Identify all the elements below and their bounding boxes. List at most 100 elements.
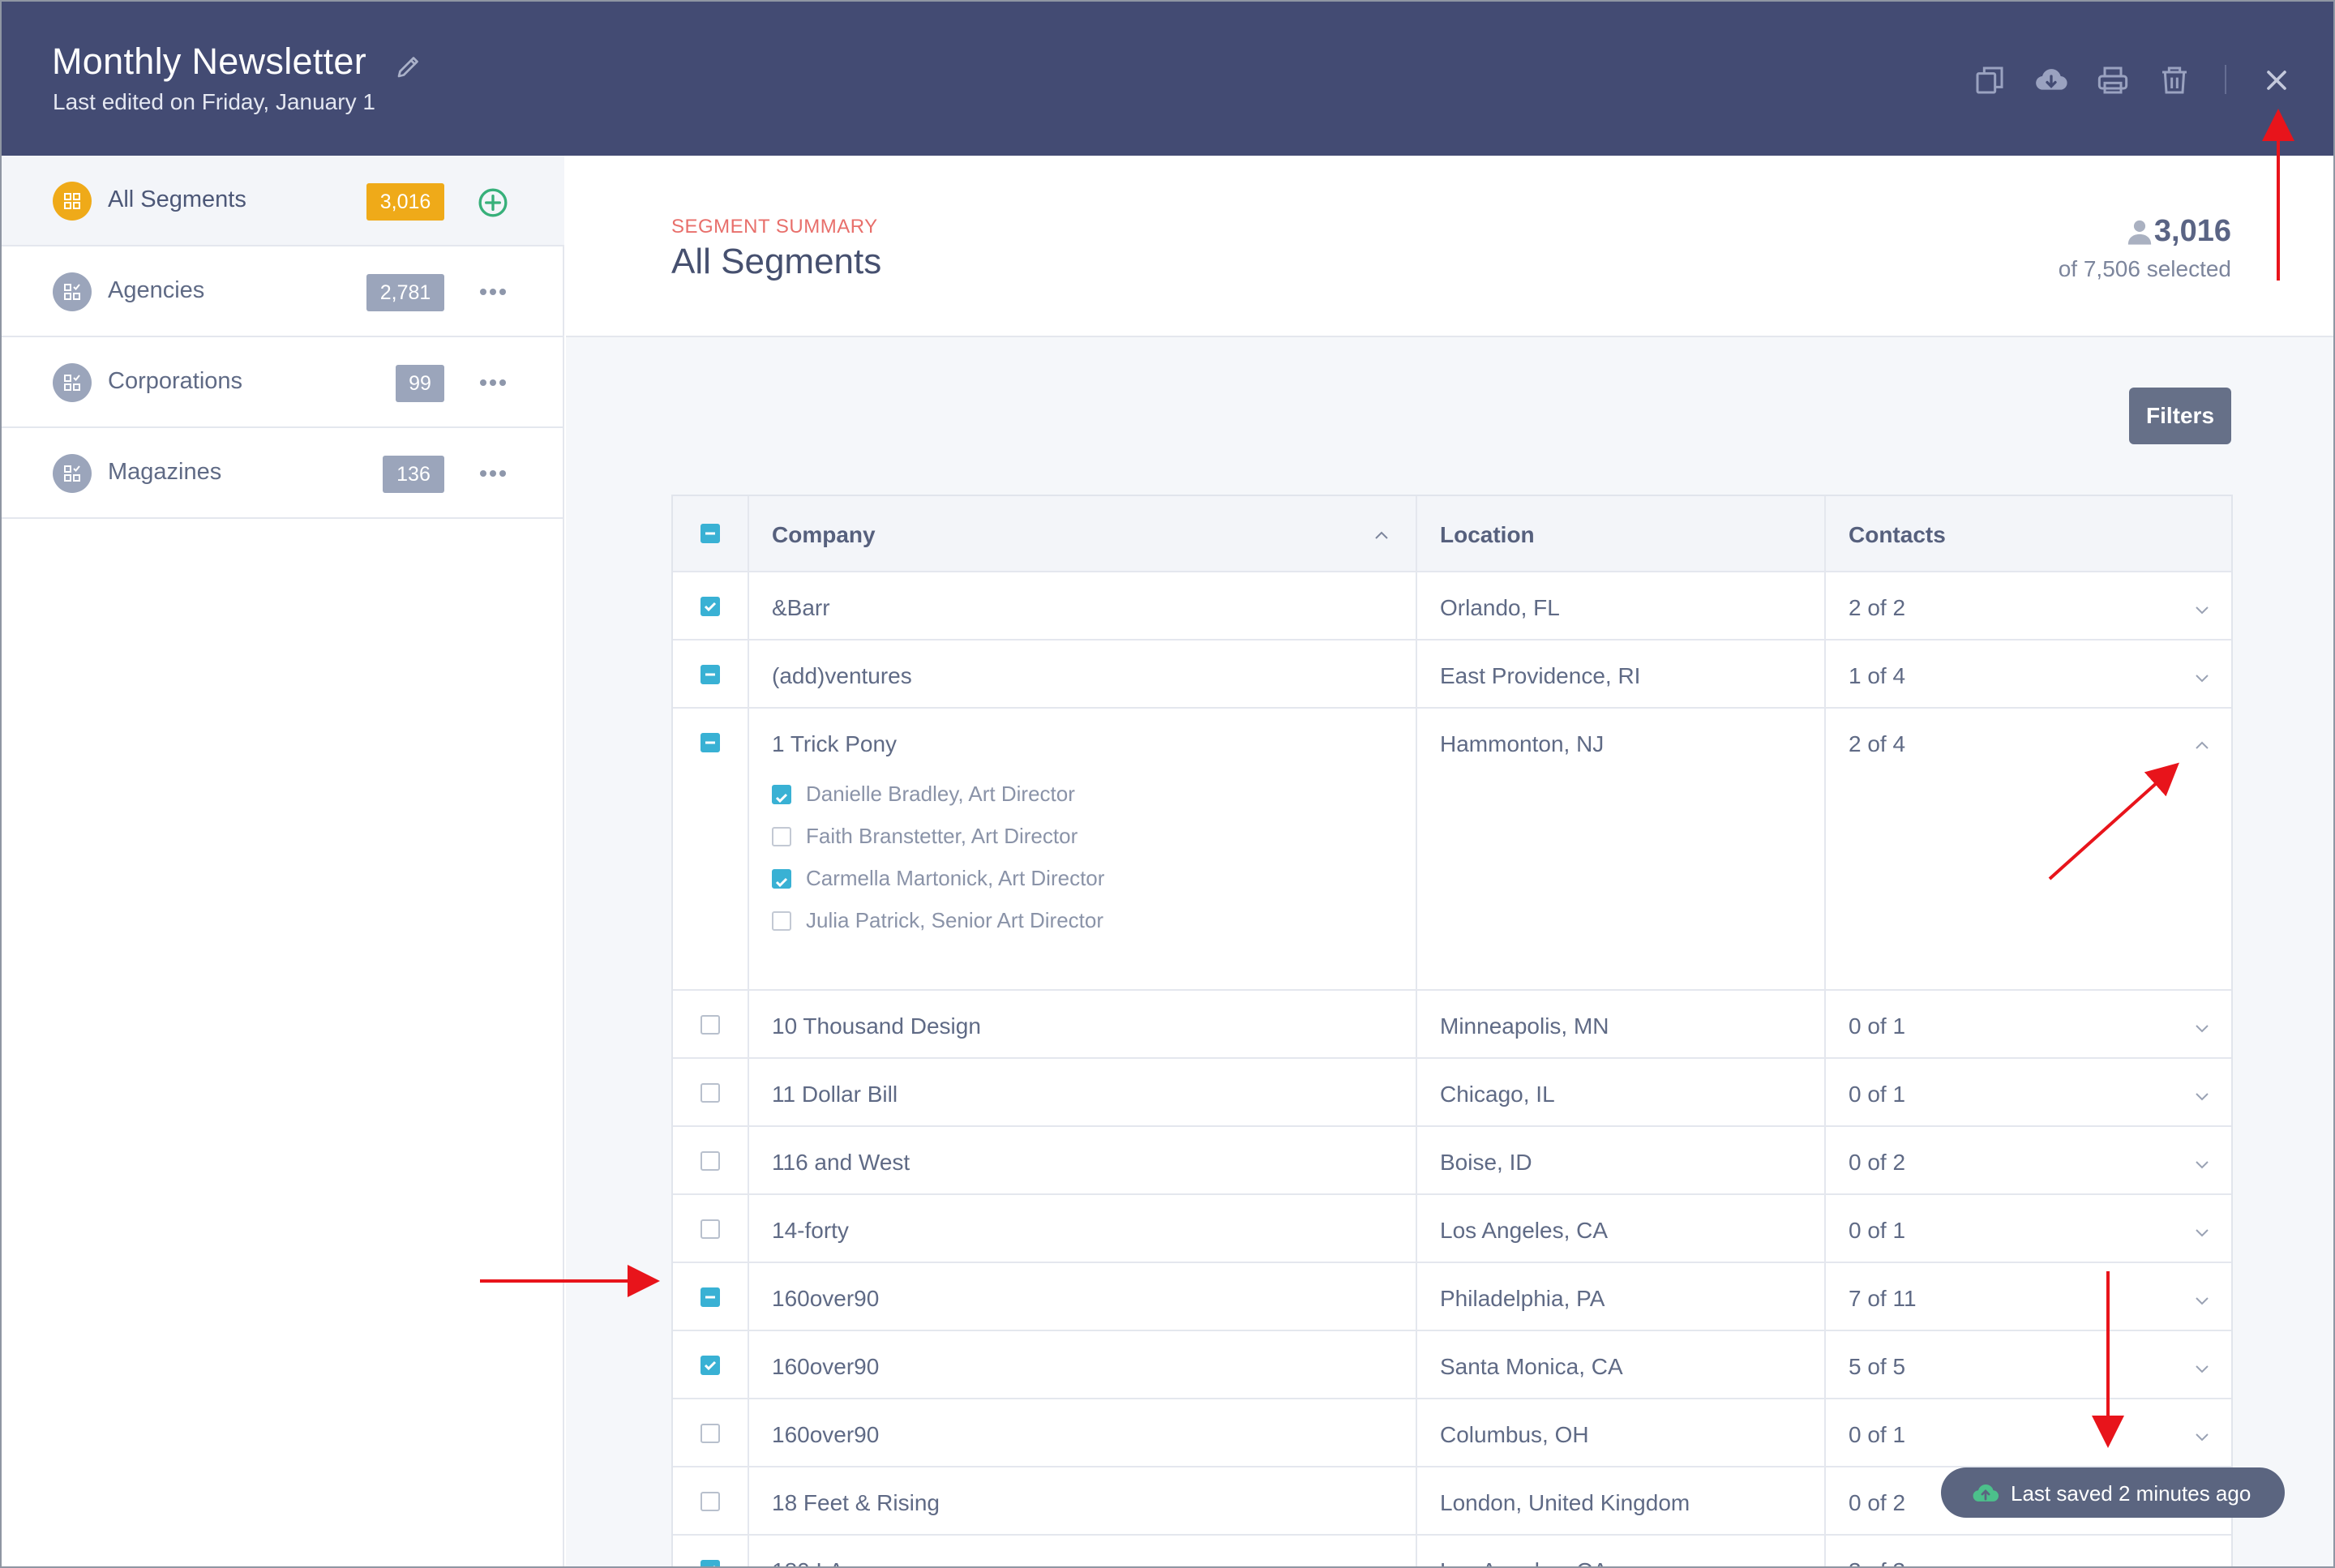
contact-item[interactable]: Julia Patrick, Senior Art Director: [772, 908, 1258, 937]
row-checkbox[interactable]: [700, 1424, 720, 1443]
row-checkbox[interactable]: [700, 1015, 720, 1035]
contact-name: Julia Patrick, Senior Art Director: [806, 908, 1104, 932]
cloud-download-icon[interactable]: [2035, 64, 2067, 96]
row-checkbox[interactable]: [700, 1083, 720, 1103]
company-header[interactable]: Company: [749, 496, 1417, 571]
location-text: Orlando, FL: [1440, 595, 1560, 620]
table-row[interactable]: &Barr Orlando, FL 2 of 2: [673, 572, 2231, 640]
company-name: 160over90: [772, 1286, 880, 1311]
location-cell: Boise, ID: [1417, 1127, 1826, 1193]
table-row[interactable]: 11 Dollar Bill Chicago, IL 0 of 1: [673, 1059, 2231, 1127]
row-check-cell: [673, 1467, 749, 1534]
chevron-down-icon[interactable]: [2192, 1155, 2212, 1174]
row-check-cell: [673, 1536, 749, 1566]
segment-summary: SEGMENT SUMMARY All Segments 3,016 of 7,…: [566, 156, 2333, 337]
row-checkbox[interactable]: [700, 1492, 720, 1511]
contacts-cell: 0 of 1: [1826, 1399, 2231, 1466]
grid-icon: [53, 182, 92, 221]
select-all-checkbox[interactable]: [700, 524, 720, 543]
chevron-down-icon[interactable]: [2192, 668, 2212, 688]
table-row[interactable]: 180 LA Los Angeles, CA 3 of 3: [673, 1536, 2231, 1568]
trash-icon[interactable]: [2158, 64, 2191, 96]
chevron-down-icon[interactable]: [2192, 1359, 2212, 1378]
table-row[interactable]: 10 Thousand Design Minneapolis, MN 0 of 1: [673, 991, 2231, 1059]
contacts-cell: 0 of 1: [1826, 1059, 2231, 1125]
duplicate-icon[interactable]: [1973, 64, 2006, 96]
location-text: Los Angeles, CA: [1440, 1218, 1609, 1243]
location-cell: Santa Monica, CA: [1417, 1331, 1826, 1398]
location-text: Los Angeles, CA: [1440, 1558, 1608, 1566]
row-checkbox[interactable]: [700, 1219, 720, 1239]
chevron-down-icon[interactable]: [2192, 1427, 2212, 1446]
more-icon[interactable]: [477, 277, 509, 306]
location-cell: Los Angeles, CA: [1417, 1536, 1826, 1566]
contact-checkbox[interactable]: [772, 827, 791, 846]
company-cell: 160over90: [749, 1263, 1417, 1330]
row-check-cell: [673, 1331, 749, 1398]
filters-button[interactable]: Filters: [2129, 388, 2231, 444]
contact-item[interactable]: Carmella Martonick, Art Director: [772, 866, 1258, 895]
chevron-down-icon[interactable]: [2192, 1563, 2212, 1568]
chevron-up-icon[interactable]: [2192, 736, 2212, 756]
table-row[interactable]: 160over90 Philadelphia, PA 7 of 11: [673, 1263, 2231, 1331]
table-row[interactable]: 1 Trick Pony Danielle Bradley, Art Direct…: [673, 709, 2231, 991]
table-row[interactable]: 160over90 Santa Monica, CA 5 of 5: [673, 1331, 2231, 1399]
location-header-label: Location: [1440, 522, 1535, 547]
contact-checkbox[interactable]: [772, 911, 791, 931]
table-row[interactable]: 160over90 Columbus, OH 0 of 1: [673, 1399, 2231, 1467]
contacts-cell: 5 of 5: [1826, 1331, 2231, 1398]
check-icon: [713, 1565, 715, 1566]
row-checkbox[interactable]: [700, 1356, 720, 1375]
location-text: Minneapolis, MN: [1440, 1013, 1609, 1039]
company-name: 18 Feet & Rising: [772, 1490, 940, 1515]
row-checkbox[interactable]: [700, 597, 720, 616]
sidebar-item-corporations[interactable]: Corporations 99: [2, 337, 564, 428]
chevron-down-icon[interactable]: [2192, 1018, 2212, 1038]
row-checkbox[interactable]: [700, 1560, 720, 1566]
row-checkbox[interactable]: [700, 733, 720, 752]
row-checkbox[interactable]: [700, 1287, 720, 1307]
header-bar: Monthly Newsletter Last edited on Friday…: [2, 2, 2333, 156]
chevron-down-icon[interactable]: [2192, 1086, 2212, 1106]
chevron-up-icon[interactable]: [1372, 527, 1391, 543]
contacts-header[interactable]: Contacts: [1826, 496, 2231, 571]
row-checkbox[interactable]: [700, 665, 720, 684]
sidebar-item-agencies[interactable]: Agencies 2,781: [2, 246, 564, 337]
pencil-icon[interactable]: [394, 52, 423, 81]
company-name: 116 and West: [772, 1150, 910, 1175]
location-cell: London, United Kingdom: [1417, 1467, 1826, 1534]
contact-item[interactable]: Danielle Bradley, Art Director: [772, 782, 1258, 811]
sidebar-item-all-segments[interactable]: All Segments 3,016: [2, 156, 564, 246]
row-check-cell: [673, 1263, 749, 1330]
table-row[interactable]: (add)ventures East Providence, RI 1 of 4: [673, 640, 2231, 709]
row-check-cell: [673, 1059, 749, 1125]
company-name: &Barr: [772, 595, 830, 620]
segment-sidebar: All Segments 3,016 Agencies 2,781 Corpor…: [2, 156, 564, 1566]
contacts-count: 5 of 5: [1849, 1354, 1906, 1379]
contact-checkbox[interactable]: [772, 869, 791, 889]
row-checkbox[interactable]: [700, 1151, 720, 1171]
contact-name: Carmella Martonick, Art Director: [806, 866, 1105, 890]
more-icon[interactable]: [477, 459, 509, 488]
row-check-cell: [673, 640, 749, 707]
chevron-down-icon[interactable]: [2192, 1223, 2212, 1242]
table-row[interactable]: 14-forty Los Angeles, CA 0 of 1: [673, 1195, 2231, 1263]
contacts-count: 2 of 2: [1849, 595, 1906, 620]
print-icon[interactable]: [2097, 64, 2129, 96]
contacts-count: 7 of 11: [1849, 1286, 1917, 1311]
chevron-down-icon[interactable]: [2192, 1291, 2212, 1310]
selected-count-sub: of 7,506 selected: [2058, 256, 2231, 281]
location-header[interactable]: Location: [1417, 496, 1826, 571]
close-icon[interactable]: [2260, 64, 2293, 96]
more-icon[interactable]: [477, 368, 509, 397]
contacts-count: 2 of 4: [1849, 731, 1906, 756]
add-icon[interactable]: [477, 186, 509, 219]
chevron-down-icon[interactable]: [2192, 600, 2212, 619]
main-panel: SEGMENT SUMMARY All Segments 3,016 of 7,…: [566, 156, 2333, 1568]
table-row[interactable]: 116 and West Boise, ID 0 of 2: [673, 1127, 2231, 1195]
contact-item[interactable]: Faith Branstetter, Art Director: [772, 824, 1258, 853]
contact-checkbox[interactable]: [772, 785, 791, 804]
sidebar-item-magazines[interactable]: Magazines 136: [2, 428, 564, 519]
location-cell: Minneapolis, MN: [1417, 991, 1826, 1057]
minus-icon: [705, 532, 715, 535]
